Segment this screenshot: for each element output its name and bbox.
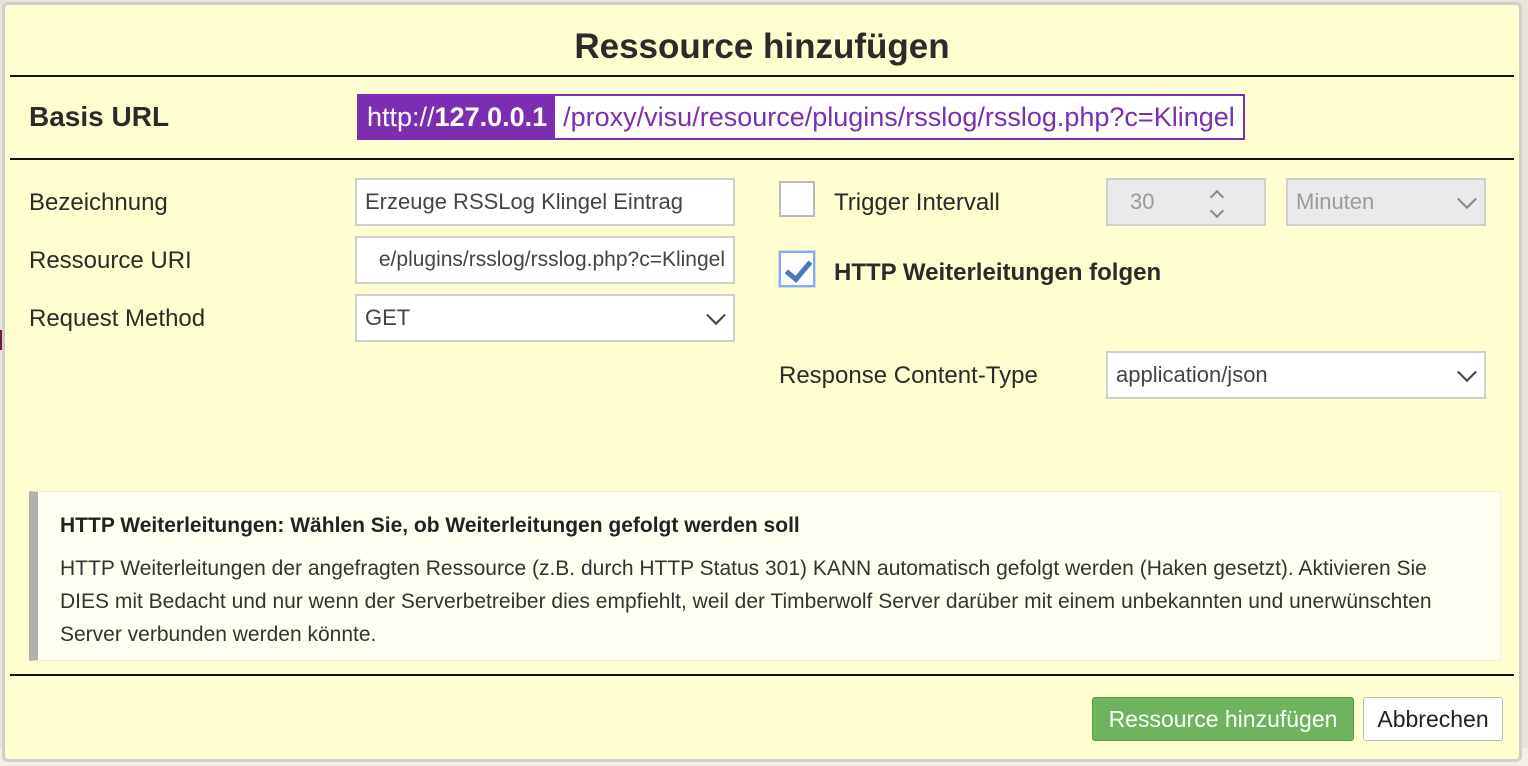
ressource-uri-label: Ressource URI	[29, 247, 192, 274]
response-content-type-value: application/json	[1116, 362, 1268, 387]
stepper-icon[interactable]	[1206, 186, 1230, 220]
trigger-interval-value: 30	[1130, 189, 1155, 214]
bezeichnung-input[interactable]: Erzeuge RSSLog Klingel Eintrag	[355, 178, 735, 226]
cancel-button[interactable]: Abbrechen	[1363, 697, 1503, 741]
add-resource-dialog: Ressource hinzufügen Basis URL http://12…	[2, 2, 1522, 762]
chevron-down-icon	[1457, 189, 1477, 210]
help-text: HTTP Weiterleitungen der angefragten Res…	[60, 557, 1432, 646]
dialog-title: Ressource hinzufügen	[574, 27, 950, 66]
chevron-down-icon	[1457, 362, 1477, 383]
divider	[10, 674, 1514, 676]
divider	[10, 75, 1514, 77]
base-url-scheme: http://	[367, 101, 435, 132]
trigger-interval-label: Trigger Intervall	[834, 189, 1000, 216]
trigger-interval-checkbox[interactable]	[779, 181, 815, 217]
bezeichnung-value: Erzeuge RSSLog Klingel Eintrag	[365, 189, 683, 214]
help-heading: HTTP Weiterleitungen: Wählen Sie, ob Wei…	[60, 514, 800, 537]
request-method-value: GET	[365, 305, 411, 330]
response-content-type-label: Response Content-Type	[779, 362, 1038, 389]
request-method-label: Request Method	[29, 305, 206, 332]
divider	[10, 158, 1514, 160]
help-box: HTTP Weiterleitungen: Wählen Sie, ob Wei…	[29, 491, 1501, 661]
http-redirect-label: HTTP Weiterleitungen folgen	[834, 259, 1162, 286]
http-redirect-checkbox[interactable]	[779, 251, 815, 287]
add-resource-button[interactable]: Ressource hinzufügen	[1092, 697, 1354, 741]
checkmark-icon	[784, 254, 813, 283]
ressource-uri-value: e/plugins/rsslog/rsslog.php?c=Klingel	[378, 248, 725, 271]
trigger-unit-select[interactable]: Minuten	[1286, 178, 1486, 226]
ressource-uri-input[interactable]: e/plugins/rsslog/rsslog.php?c=Klingel	[355, 236, 735, 284]
response-content-type-select[interactable]: application/json	[1106, 351, 1486, 399]
base-url-path: /proxy/visu/resource/plugins/rsslog/rssl…	[563, 101, 1235, 132]
base-url-label: Basis URL	[29, 101, 170, 132]
chevron-down-icon	[706, 305, 726, 326]
base-url-host: http://127.0.0.1	[359, 96, 556, 138]
base-url-display: http://127.0.0.1 /proxy/visu/resource/pl…	[357, 94, 1245, 140]
bezeichnung-label: Bezeichnung	[29, 189, 168, 216]
request-method-select[interactable]: GET	[355, 294, 735, 342]
base-url-host-ip: 127.0.0.1	[434, 101, 548, 132]
trigger-interval-input[interactable]: 30	[1106, 178, 1266, 226]
trigger-unit-value: Minuten	[1296, 189, 1375, 214]
